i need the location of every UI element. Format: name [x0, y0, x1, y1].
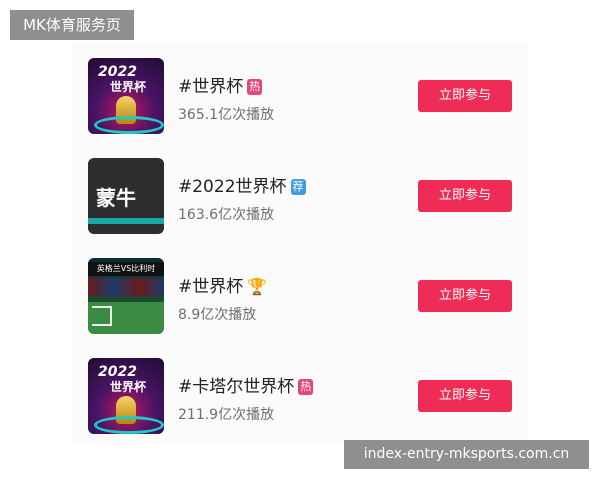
- topic-title[interactable]: #卡塔尔世界杯: [178, 377, 294, 397]
- topic-title[interactable]: #世界杯: [178, 77, 243, 97]
- topic-title[interactable]: #世界杯: [178, 277, 243, 297]
- join-button[interactable]: 立即参与: [418, 280, 512, 312]
- topic-views: 8.9亿次播放: [178, 307, 257, 323]
- topic-thumbnail[interactable]: 蒙牛: [88, 158, 164, 234]
- topic-views: 365.1亿次播放: [178, 107, 275, 123]
- topic-title-wrap[interactable]: #2022世界杯荐: [178, 172, 306, 197]
- thumbnail-text: 世界杯: [110, 80, 147, 94]
- topic-title-wrap[interactable]: #世界杯 🏆: [178, 272, 267, 297]
- join-button[interactable]: 立即参与: [418, 80, 512, 112]
- topic-thumbnail[interactable]: 2022 世界杯: [88, 58, 164, 134]
- topic-title[interactable]: #2022世界杯: [178, 177, 287, 197]
- topic-row[interactable]: 英格兰VS比利时 #世界杯 🏆 8.9亿次播放 立即参与: [72, 258, 528, 336]
- recommend-badge: 荐: [290, 179, 306, 195]
- hot-badge: 热: [247, 79, 263, 95]
- ring-graphic: [94, 416, 164, 434]
- crowd-graphic: [88, 278, 164, 296]
- thumbnail-text: 世界杯: [110, 380, 147, 394]
- watermark-top: MK体育服务页: [10, 10, 134, 40]
- topic-row[interactable]: 2022 世界杯 #卡塔尔世界杯热 211.9亿次播放 立即参与: [72, 358, 528, 436]
- topic-title-wrap[interactable]: #世界杯热: [178, 72, 263, 97]
- join-button[interactable]: 立即参与: [418, 380, 512, 412]
- hot-badge: 热: [298, 379, 314, 395]
- topic-thumbnail[interactable]: 英格兰VS比利时: [88, 258, 164, 334]
- topic-thumbnail[interactable]: 2022 世界杯: [88, 358, 164, 434]
- match-banner: 英格兰VS比利时: [88, 262, 164, 276]
- goal-graphic: [92, 306, 112, 326]
- watermark-bottom: index-entry-mksports.com.cn: [344, 440, 589, 469]
- ring-graphic: [94, 116, 164, 134]
- topic-title-wrap[interactable]: #卡塔尔世界杯热: [178, 372, 314, 397]
- trophy-icon: 🏆: [247, 277, 268, 296]
- topic-list: 2022 世界杯 #世界杯热 365.1亿次播放 立即参与 蒙牛 #2022世界…: [72, 42, 528, 442]
- brand-logo-text: 蒙牛: [96, 186, 136, 210]
- join-button[interactable]: 立即参与: [418, 180, 512, 212]
- topic-row[interactable]: 蒙牛 #2022世界杯荐 163.6亿次播放 立即参与: [72, 158, 528, 236]
- topic-views: 211.9亿次播放: [178, 407, 275, 423]
- brand-strip: [88, 218, 164, 224]
- topic-row[interactable]: 2022 世界杯 #世界杯热 365.1亿次播放 立即参与: [72, 58, 528, 136]
- topic-views: 163.6亿次播放: [178, 207, 275, 223]
